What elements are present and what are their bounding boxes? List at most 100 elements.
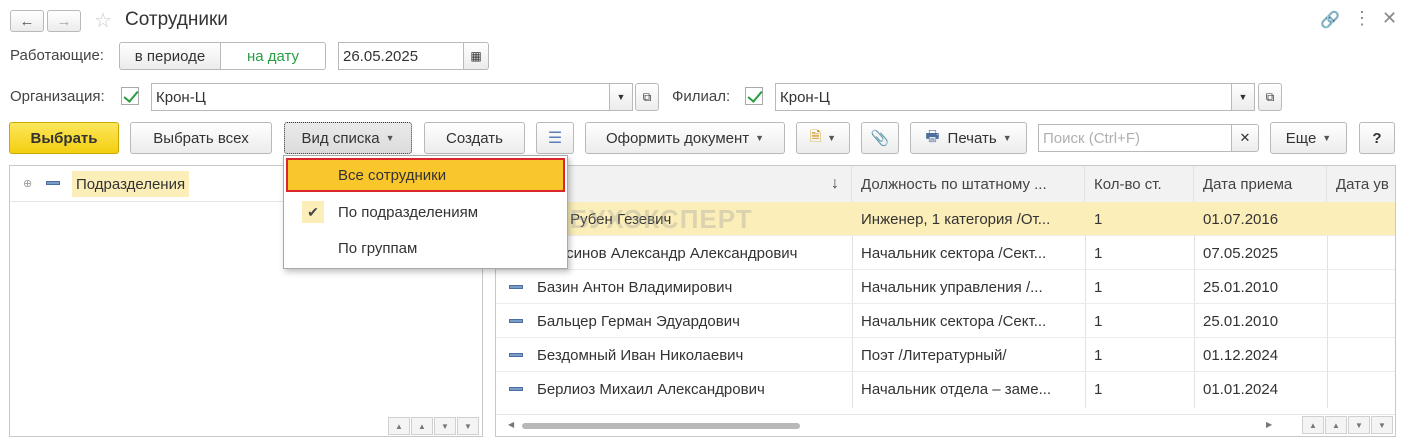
employee-icon bbox=[509, 319, 523, 323]
scroll-bottom-button[interactable]: ▼ bbox=[457, 417, 479, 435]
scroll-right-icon[interactable]: ▶ bbox=[1266, 420, 1272, 429]
chevron-down-icon: ▼ bbox=[616, 92, 626, 102]
print-button[interactable]: 🖶 Печать ▼ bbox=[910, 122, 1027, 154]
menu-item-by-departments[interactable]: ✔ По подразделениям bbox=[284, 194, 567, 230]
open-window-icon: ⧉ bbox=[642, 89, 652, 104]
employee-name: Бездомный Иван Николаевич bbox=[537, 346, 744, 364]
column-header-count[interactable]: Кол-во ст. bbox=[1085, 166, 1194, 202]
org-checkbox[interactable] bbox=[121, 87, 139, 105]
calendar-icon: ▦ bbox=[470, 49, 482, 63]
horizontal-scrollbar[interactable]: ◀ ▶ ▲ ▲ ▼ ▼ bbox=[496, 414, 1395, 436]
employee-count: 1 bbox=[1094, 312, 1103, 330]
employee-hire-date: 25.01.2010 bbox=[1203, 278, 1279, 296]
employee-count: 1 bbox=[1094, 210, 1103, 228]
attach-button[interactable]: 📎 bbox=[861, 122, 899, 154]
table-row[interactable]: Бальцер Герман Эдуардович Начальник сект… bbox=[496, 304, 1395, 338]
table-header: ↓ Должность по штатному ... Кол-во ст. Д… bbox=[496, 166, 1395, 202]
list-settings-button[interactable]: ☰ bbox=[536, 122, 574, 154]
table-row[interactable]: Берлиоз Михаил Александрович Начальник о… bbox=[496, 372, 1395, 406]
table-row[interactable]: Базин Антон Владимирович Начальник управ… bbox=[496, 270, 1395, 304]
help-button[interactable]: ? bbox=[1359, 122, 1395, 154]
column-header-hire-date[interactable]: Дата приема bbox=[1194, 166, 1327, 202]
select-button[interactable]: Выбрать bbox=[9, 122, 119, 154]
open-window-icon: ⧉ bbox=[1265, 89, 1275, 104]
employee-name: Базин Антон Владимирович bbox=[537, 278, 733, 296]
menu-item-by-groups[interactable]: По группам bbox=[284, 230, 567, 266]
employee-position: Начальник отдела – заме... bbox=[861, 380, 1052, 398]
date-input[interactable]: 26.05.2025 bbox=[338, 42, 464, 70]
scroll-down-button[interactable]: ▼ bbox=[434, 417, 456, 435]
search-input[interactable]: Поиск (Ctrl+F) bbox=[1038, 124, 1232, 152]
employee-position: Начальник сектора /Сект... bbox=[861, 312, 1047, 330]
org-open-button[interactable]: ⧉ bbox=[635, 83, 659, 111]
menu-item-all-employees[interactable]: Все сотрудники bbox=[286, 158, 565, 192]
printer-icon: 🖶 bbox=[925, 127, 940, 145]
scroll-down-button[interactable]: ▼ bbox=[1348, 416, 1370, 434]
employee-hire-date: 25.01.2010 bbox=[1203, 312, 1279, 330]
branch-input[interactable]: Крон-Ц bbox=[775, 83, 1232, 111]
scroll-up-button[interactable]: ▲ bbox=[1325, 416, 1347, 434]
chevron-down-icon: ▼ bbox=[1238, 92, 1248, 102]
forward-button[interactable]: → bbox=[47, 10, 81, 32]
employee-hire-date: 01.12.2024 bbox=[1203, 346, 1279, 364]
more-label: Еще bbox=[1285, 129, 1317, 147]
sort-down-icon: ↓ bbox=[831, 175, 839, 192]
scroll-up-button[interactable]: ▲ bbox=[411, 417, 433, 435]
employee-hire-date: 01.07.2016 bbox=[1203, 210, 1279, 228]
column-header-position[interactable]: Должность по штатному ... bbox=[852, 166, 1085, 202]
scroll-bottom-button[interactable]: ▼ bbox=[1371, 416, 1393, 434]
employee-count: 1 bbox=[1094, 380, 1103, 398]
make-document-button[interactable]: Оформить документ ▼ bbox=[585, 122, 785, 154]
back-button[interactable]: ← bbox=[10, 10, 44, 32]
make-document-label: Оформить документ bbox=[605, 129, 750, 147]
link-icon[interactable]: 🔗 bbox=[1320, 10, 1340, 30]
branch-dropdown-button[interactable]: ▼ bbox=[1231, 83, 1255, 111]
list-view-button[interactable]: Вид списка ▼ bbox=[284, 122, 412, 154]
employee-position: Начальник сектора /Сект... bbox=[861, 244, 1047, 262]
scroll-top-button[interactable]: ▲ bbox=[1302, 416, 1324, 434]
table-row[interactable]: ...льсинов Александр Александрович Начал… bbox=[496, 236, 1395, 270]
list-view-menu: Все сотрудники ✔ По подразделениям По гр… bbox=[283, 155, 568, 269]
select-all-button[interactable]: Выбрать всех bbox=[130, 122, 272, 154]
employee-hire-date: 07.05.2025 bbox=[1203, 244, 1279, 262]
document-clock-icon: 🗎 bbox=[809, 128, 822, 144]
scrollbar-thumb[interactable] bbox=[522, 423, 800, 429]
employee-position: Начальник управления /... bbox=[861, 278, 1043, 296]
branch-open-button[interactable]: ⧉ bbox=[1258, 83, 1282, 111]
branch-checkbox[interactable] bbox=[745, 87, 763, 105]
tree-root-label: Подразделения bbox=[72, 171, 190, 197]
period-option-in-period[interactable]: в периоде bbox=[119, 42, 221, 70]
org-dropdown-button[interactable]: ▼ bbox=[609, 83, 633, 111]
watermark: БУХЭКСПЕРТ bbox=[570, 204, 753, 234]
org-label: Организация: bbox=[10, 88, 105, 105]
employee-count: 1 bbox=[1094, 278, 1103, 296]
org-input[interactable]: Крон-Ц bbox=[151, 83, 610, 111]
chevron-down-icon: ▼ bbox=[385, 133, 395, 143]
table-row[interactable]: Бездомный Иван Николаевич Поэт /Литерату… bbox=[496, 338, 1395, 372]
paperclip-icon: 📎 bbox=[870, 130, 890, 147]
employee-icon bbox=[509, 285, 523, 289]
kebab-menu-icon[interactable]: ⋮ bbox=[1353, 8, 1371, 29]
star-icon[interactable]: ☆ bbox=[94, 8, 112, 33]
period-option-on-date[interactable]: на дату bbox=[220, 42, 326, 70]
close-icon: ✕ bbox=[1239, 130, 1251, 145]
chevron-down-icon: ▼ bbox=[755, 133, 765, 143]
arrow-right-icon: → bbox=[56, 12, 72, 30]
more-button[interactable]: Еще ▼ bbox=[1270, 122, 1347, 154]
create-button[interactable]: Создать bbox=[424, 122, 525, 154]
close-icon[interactable]: ✕ bbox=[1382, 8, 1397, 29]
calendar-button[interactable]: ▦ bbox=[463, 42, 489, 70]
column-header-dismissal-date[interactable]: Дата ув bbox=[1327, 166, 1395, 202]
scroll-left-icon[interactable]: ◀ bbox=[508, 420, 514, 429]
chevron-down-icon: ▼ bbox=[827, 133, 837, 143]
employee-position: Инженер, 1 категория /От... bbox=[861, 210, 1051, 228]
expand-icon[interactable]: ⊕ bbox=[23, 177, 32, 190]
reports-button[interactable]: 🗎 ▼ bbox=[796, 122, 850, 154]
print-label: Печать bbox=[947, 129, 997, 147]
list-icon: ☰ bbox=[547, 130, 563, 147]
menu-item-label: По группам bbox=[338, 239, 418, 257]
employee-hire-date: 01.01.2024 bbox=[1203, 380, 1279, 398]
clear-search-button[interactable]: ✕ bbox=[1231, 124, 1259, 152]
scroll-top-button[interactable]: ▲ bbox=[388, 417, 410, 435]
branch-label: Филиал: bbox=[672, 88, 731, 105]
